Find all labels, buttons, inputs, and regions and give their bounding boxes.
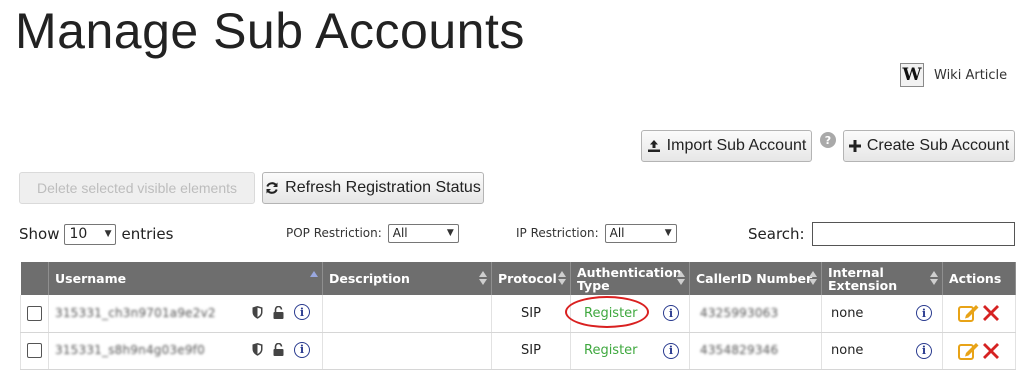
pop-restriction-value: All xyxy=(392,226,408,240)
protocol-cell: SIP xyxy=(491,332,571,370)
column-header-callerid-number[interactable]: CallerID Number xyxy=(689,262,822,295)
sort-icon xyxy=(930,271,938,286)
pop-restriction-label: POP Restriction: xyxy=(286,226,382,240)
plus-icon xyxy=(848,140,861,152)
unlock-icon[interactable] xyxy=(273,305,284,319)
import-sub-account-label: Import Sub Account xyxy=(666,137,807,154)
pop-restriction-filter: POP Restriction: All ▼ xyxy=(286,222,459,244)
sort-icon xyxy=(809,271,817,286)
table-row: 315331_ch3n9701a9e2v2 i SIP Register i 4… xyxy=(20,295,1016,333)
sort-icon xyxy=(558,271,566,286)
register-link[interactable]: Register xyxy=(584,343,638,358)
sort-icon xyxy=(479,271,487,286)
column-header-description[interactable]: Description xyxy=(322,262,492,295)
info-icon[interactable]: i xyxy=(663,342,679,359)
username-cell: 315331_ch3n9701a9e2v2 i xyxy=(48,295,323,333)
upload-icon xyxy=(647,140,660,152)
info-icon[interactable]: i xyxy=(916,342,932,359)
authentication-cell: Register i xyxy=(565,295,690,333)
chevron-down-icon: ▼ xyxy=(104,229,112,239)
chevron-down-icon: ▼ xyxy=(446,228,454,238)
delete-selected-label: Delete selected visible elements xyxy=(37,180,237,196)
column-header-username[interactable]: Username xyxy=(48,262,323,295)
protocol-cell: SIP xyxy=(491,295,571,333)
create-sub-account-label: Create Sub Account xyxy=(866,137,1010,154)
description-cell xyxy=(322,295,492,333)
page-title: Manage Sub Accounts xyxy=(15,3,525,59)
ip-restriction-filter: IP Restriction: All ▼ xyxy=(516,222,677,244)
authentication-cell: Register i xyxy=(570,332,690,370)
entries-label: entries xyxy=(121,225,174,243)
info-icon[interactable]: i xyxy=(294,304,310,320)
column-header-protocol[interactable]: Protocol xyxy=(491,262,571,295)
callerid-value: 4325993063 xyxy=(700,305,779,320)
wiki-article-label: Wiki Article xyxy=(934,67,1008,83)
shield-icon[interactable] xyxy=(252,305,263,319)
extension-value: none xyxy=(831,305,864,321)
column-header-internal-extension[interactable]: Internal Extension xyxy=(821,262,943,295)
column-header-actions: Actions xyxy=(942,262,1016,295)
import-sub-account-button[interactable]: Import Sub Account xyxy=(641,130,812,162)
sub-accounts-table: Username Description Protocol Authentica… xyxy=(20,262,1016,370)
row-select-cell xyxy=(20,295,49,333)
row-select-cell xyxy=(20,332,49,370)
entries-length-control: Show 10 ▼ entries xyxy=(19,223,173,245)
refresh-registration-label: Refresh Registration Status xyxy=(285,179,481,196)
register-link[interactable]: Register xyxy=(565,295,649,328)
username-value: 315331_s8h9n4g03e9f0 xyxy=(55,343,205,357)
sort-asc-icon xyxy=(310,271,318,286)
callerid-cell: 4354829346 xyxy=(689,332,822,370)
info-icon[interactable]: i xyxy=(663,305,679,321)
help-icon[interactable]: ? xyxy=(820,132,836,148)
extension-value: none xyxy=(831,343,864,358)
show-label: Show xyxy=(19,225,60,243)
sort-icon xyxy=(677,271,685,286)
delete-selected-button[interactable]: Delete selected visible elements xyxy=(19,172,255,204)
actions-cell xyxy=(942,295,1016,333)
search-input[interactable] xyxy=(812,222,1015,246)
ip-restriction-select[interactable]: All ▼ xyxy=(604,223,677,243)
table-row: 315331_s8h9n4g03e9f0 i SIP Register i 43… xyxy=(20,332,1016,370)
callerid-cell: 4325993063 xyxy=(689,295,822,333)
delete-icon[interactable] xyxy=(982,304,1000,322)
search-label: Search: xyxy=(748,225,805,243)
extension-cell: none i xyxy=(821,332,943,370)
edit-icon[interactable] xyxy=(958,303,980,323)
refresh-icon xyxy=(266,182,278,194)
refresh-registration-button[interactable]: Refresh Registration Status xyxy=(262,172,484,204)
description-cell xyxy=(322,332,492,370)
edit-icon[interactable] xyxy=(958,341,980,361)
wiki-article-link[interactable]: W Wiki Article xyxy=(900,62,1007,88)
row-checkbox[interactable] xyxy=(27,343,42,358)
ip-restriction-label: IP Restriction: xyxy=(516,226,599,240)
create-sub-account-button[interactable]: Create Sub Account xyxy=(843,130,1015,162)
info-icon[interactable]: i xyxy=(294,341,310,358)
chevron-down-icon: ▼ xyxy=(664,228,672,238)
entries-select[interactable]: 10 ▼ xyxy=(64,223,117,245)
actions-cell xyxy=(942,332,1016,370)
pop-restriction-select[interactable]: All ▼ xyxy=(387,223,459,243)
ip-restriction-value: All xyxy=(609,226,625,240)
table-header-row: Username Description Protocol Authentica… xyxy=(20,262,1016,295)
delete-icon[interactable] xyxy=(982,342,1000,360)
wikipedia-icon: W xyxy=(900,63,924,87)
column-header-select xyxy=(20,262,49,295)
info-icon[interactable]: i xyxy=(916,305,932,321)
unlock-icon[interactable] xyxy=(273,343,284,356)
username-cell: 315331_s8h9n4g03e9f0 i xyxy=(48,332,323,370)
shield-icon[interactable] xyxy=(252,343,263,356)
extension-cell: none i xyxy=(821,295,943,333)
entries-value: 10 xyxy=(69,226,88,242)
callerid-value: 4354829346 xyxy=(700,343,779,357)
column-header-authentication-type[interactable]: Authentication Type xyxy=(570,262,690,295)
username-value: 315331_ch3n9701a9e2v2 xyxy=(55,305,216,320)
row-checkbox[interactable] xyxy=(27,305,42,321)
